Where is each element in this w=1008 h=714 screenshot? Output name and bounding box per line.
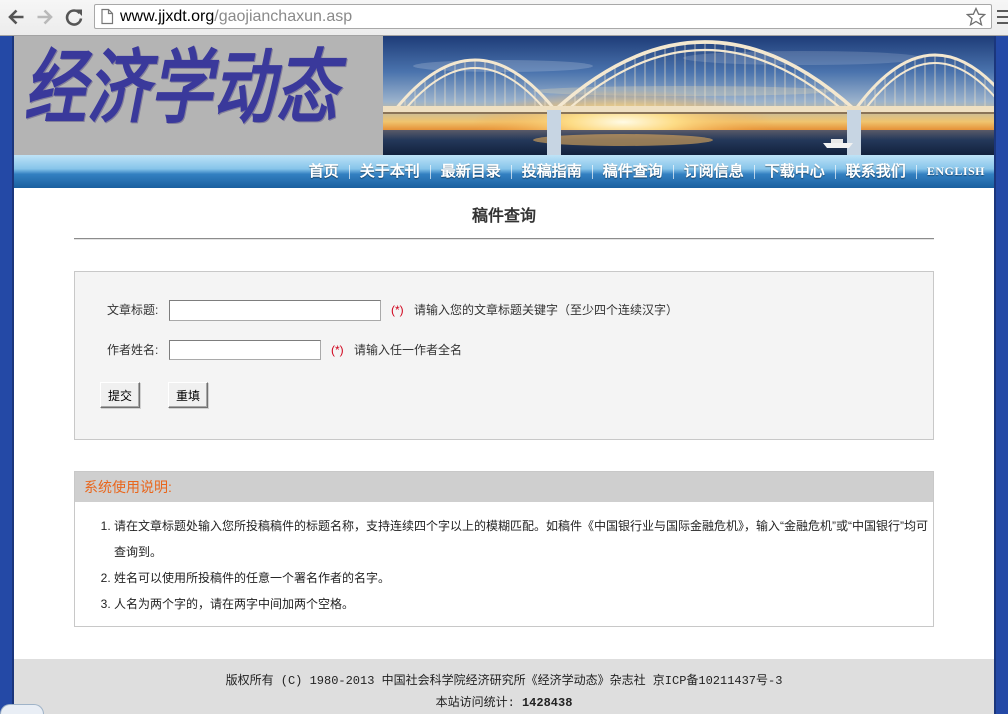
nav-item-downloads[interactable]: 下载中心 (765, 155, 825, 188)
banner-boat-cabin (831, 139, 843, 143)
nav-item-latest-issue[interactable]: 最新目录 (441, 155, 501, 188)
page-frame-left (0, 36, 14, 714)
browser-toolbar: www.jjxdt.org/gaojianchaxun.asp (0, 0, 1008, 36)
site-logo[interactable]: 经济学动态 (14, 36, 383, 155)
nav-separator (429, 164, 431, 179)
back-button[interactable] (7, 8, 25, 26)
instruction-item: 请在文章标题处输入您所投稿稿件的标题名称，支持连续四个字以上的模糊匹配。如稿件《… (114, 513, 931, 565)
visit-count: 1428438 (521, 696, 573, 710)
author-name-hint: 请输入任一作者全名 (354, 343, 463, 357)
forward-arrow-icon (37, 9, 53, 25)
nav-item-manuscript-query[interactable]: 稿件查询 (603, 155, 663, 188)
address-bar[interactable]: www.jjxdt.org/gaojianchaxun.asp (94, 4, 992, 29)
main-nav: 首页 关于本刊 最新目录 投稿指南 稿件查询 订阅信息 下载中心 联系我们 EN… (14, 155, 994, 188)
nav-item-home[interactable]: 首页 (309, 155, 339, 188)
instruction-item: 人名为两个字的，请在两字中间加两个空格。 (114, 591, 931, 617)
title-divider (74, 238, 934, 240)
author-name-input[interactable] (169, 340, 321, 360)
url-path: /gaojianchaxun.asp (214, 8, 353, 25)
instructions-heading: 系统使用说明: (75, 472, 933, 502)
nav-separator (591, 164, 593, 179)
back-arrow-icon (8, 9, 24, 25)
reset-button[interactable]: 重填 (168, 382, 208, 408)
instructions-list: 请在文章标题处输入您所投稿稿件的标题名称，支持连续四个字以上的模糊匹配。如稿件《… (75, 502, 933, 627)
bridge-pier (547, 110, 561, 155)
bridge-deck (383, 106, 994, 112)
article-title-label: 文章标题: (107, 303, 159, 317)
submit-button[interactable]: 提交 (100, 382, 140, 408)
query-form: 文章标题: (*) 请输入您的文章标题关键字（至少四个连续汉字） 作者姓名: (… (74, 271, 934, 440)
banner-bridge-image (383, 36, 994, 155)
nav-item-about[interactable]: 关于本刊 (360, 155, 420, 188)
bridge-pier (847, 110, 861, 155)
nav-item-english[interactable]: ENGLISH (927, 155, 985, 188)
nav-item-contact[interactable]: 联系我们 (846, 155, 906, 188)
instructions-panel: 系统使用说明: 请在文章标题处输入您所投稿稿件的标题名称，支持连续四个字以上的模… (74, 471, 934, 627)
article-title-input[interactable] (169, 300, 381, 321)
menu-icon-bar (997, 22, 1008, 24)
banner-cloud (683, 51, 923, 65)
banner-boat (823, 143, 853, 148)
star-icon[interactable] (966, 7, 986, 27)
nav-separator (753, 164, 755, 179)
nav-item-subscription[interactable]: 订阅信息 (684, 155, 744, 188)
url-text[interactable]: www.jjxdt.org/gaojianchaxun.asp (120, 5, 352, 28)
bridge-deck-shadow (383, 112, 994, 114)
status-bubble (0, 704, 44, 714)
reload-icon (65, 9, 83, 26)
nav-separator (672, 164, 674, 179)
page-frame-right (994, 36, 1008, 714)
nav-separator (834, 164, 836, 179)
menu-icon-bar (997, 10, 1008, 12)
footer-visit-stats: 本站访问统计: 1428438 (14, 692, 994, 714)
forward-button[interactable] (36, 8, 54, 26)
reload-button[interactable] (65, 8, 83, 26)
page-title: 稿件查询 (471, 208, 536, 225)
site-footer: 版权所有 (C) 1980-2013 中国社会科学院经济研究所《经济学动态》杂志… (14, 659, 994, 714)
nav-item-submission-guide[interactable]: 投稿指南 (522, 155, 582, 188)
menu-icon[interactable] (997, 10, 1008, 24)
footer-copyright: 版权所有 (C) 1980-2013 中国社会科学院经济研究所《经济学动态》杂志… (225, 674, 783, 688)
author-name-required-mark: (*) (331, 343, 344, 357)
nav-separator (915, 164, 917, 179)
article-title-required-mark: (*) (391, 303, 404, 317)
menu-icon-bar (997, 16, 1008, 18)
page-icon (101, 8, 114, 25)
nav-separator (348, 164, 350, 179)
nav-separator (510, 164, 512, 179)
visit-count-label: 本站访问统计: (435, 696, 515, 710)
url-host: www.jjxdt.org (120, 8, 215, 25)
article-title-hint: 请输入您的文章标题关键字（至少四个连续汉字） (414, 303, 679, 317)
logo-calligraphy: 经济学动态 (24, 39, 340, 135)
author-name-label: 作者姓名: (107, 343, 159, 357)
instruction-item: 姓名可以使用所投稿件的任意一个署名作者的名字。 (114, 565, 931, 591)
